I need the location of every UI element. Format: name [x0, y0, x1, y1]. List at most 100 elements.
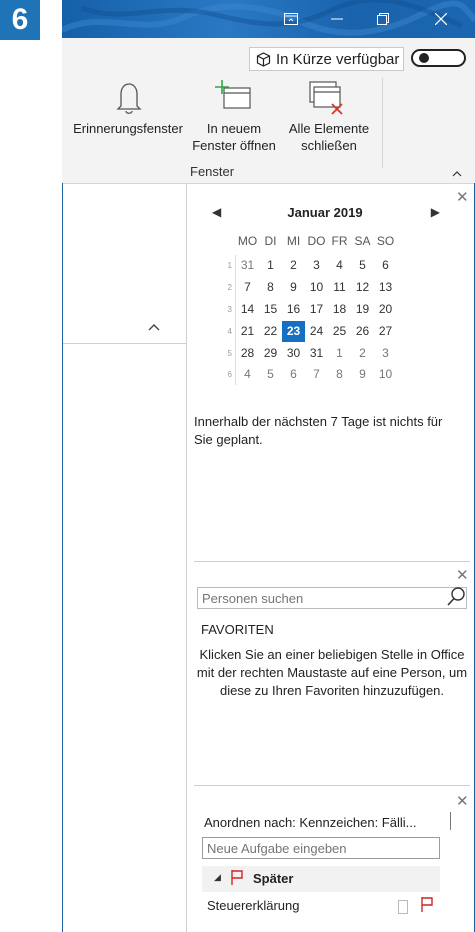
- reminders-window-button[interactable]: Erinnerungsfenster: [66, 120, 190, 137]
- calendar-day[interactable]: 6: [282, 364, 305, 385]
- minimize-icon[interactable]: [314, 0, 360, 38]
- calendar-header: ◀ Januar 2019 ▶: [200, 205, 450, 225]
- calendar-day[interactable]: 2: [282, 255, 305, 276]
- box-icon: [256, 51, 271, 67]
- week-number: 5: [227, 349, 232, 358]
- search-icon[interactable]: [445, 586, 467, 608]
- open-in-new-window-label-line1: In neuem: [206, 121, 262, 136]
- next-month-icon[interactable]: ▶: [431, 205, 440, 219]
- open-in-new-window-label-line2: Fenster öffnen: [192, 138, 276, 153]
- week-number: 4: [227, 327, 232, 336]
- calendar-month-title: Januar 2019: [287, 205, 363, 220]
- calendar-day[interactable]: 7: [305, 364, 328, 385]
- calendar-day[interactable]: 28: [236, 343, 259, 364]
- week-number: 1: [227, 261, 232, 270]
- calendar-day[interactable]: 5: [351, 255, 374, 276]
- week-number: 2: [227, 283, 232, 292]
- left-pane-separator: [63, 343, 186, 344]
- pane-divider[interactable]: [186, 183, 187, 932]
- calendar-day[interactable]: 15: [259, 299, 282, 320]
- close-all-items-button[interactable]: Alle Elemente schließen: [284, 120, 374, 154]
- calendar-day[interactable]: 1: [328, 343, 351, 364]
- calendar-day[interactable]: 26: [351, 321, 374, 342]
- calendar-day[interactable]: 3: [374, 343, 397, 364]
- calendar-day[interactable]: 7: [236, 277, 259, 298]
- calendar-day[interactable]: 18: [328, 299, 351, 320]
- task-complete-checkbox[interactable]: [398, 900, 408, 914]
- ribbon-display-icon[interactable]: [268, 0, 314, 38]
- calendar-day[interactable]: 16: [282, 299, 305, 320]
- task-group-label: Später: [253, 871, 294, 886]
- close-all-items-label-line2: schließen: [301, 138, 357, 153]
- restore-icon[interactable]: [360, 0, 406, 38]
- coming-soon-box[interactable]: In Kürze verfügbar: [249, 47, 404, 71]
- weekday-header: DO: [307, 234, 326, 248]
- ribbon-group-label: Fenster: [190, 164, 235, 179]
- calendar-day[interactable]: 10: [374, 364, 397, 385]
- calendar-day[interactable]: 4: [236, 364, 259, 385]
- close-people-peek-icon[interactable]: ✕: [456, 566, 469, 584]
- calendar-day[interactable]: 9: [282, 277, 305, 298]
- calendar-day[interactable]: 4: [328, 255, 351, 276]
- tasks-section-divider: [194, 785, 470, 786]
- calendar-day[interactable]: 21: [236, 321, 259, 342]
- title-bar: [62, 0, 475, 38]
- calendar-day[interactable]: 2: [351, 343, 374, 364]
- weekday-header: MO: [237, 234, 258, 248]
- new-window-icon: [215, 80, 251, 109]
- calendar-day[interactable]: 13: [374, 277, 397, 298]
- calendar-day[interactable]: 24: [305, 321, 328, 342]
- new-task-input[interactable]: [202, 837, 440, 859]
- reminders-window-label: Erinnerungsfenster: [73, 121, 183, 136]
- weekday-header: SA: [354, 234, 371, 248]
- calendar-day[interactable]: 12: [351, 277, 374, 298]
- calendar-day[interactable]: 10: [305, 277, 328, 298]
- calendar-day[interactable]: 22: [259, 321, 282, 342]
- week-number-separator: [235, 255, 236, 385]
- calendar-day-today[interactable]: 23: [282, 321, 305, 342]
- calendar-day[interactable]: 5: [259, 364, 282, 385]
- window-left-border: [62, 183, 63, 932]
- calendar-day[interactable]: 14: [236, 299, 259, 320]
- expand-triangle-icon[interactable]: ◢: [214, 872, 221, 883]
- calendar-empty-note: Innerhalb der nächsten 7 Tage ist nichts…: [194, 414, 443, 447]
- calendar-day[interactable]: 31: [305, 343, 328, 364]
- calendar-day[interactable]: 17: [305, 299, 328, 320]
- calendar-day[interactable]: 19: [351, 299, 374, 320]
- left-pane-collapse-icon[interactable]: [148, 318, 160, 334]
- calendar-day[interactable]: 6: [374, 255, 397, 276]
- calendar-day[interactable]: 29: [259, 343, 282, 364]
- week-number: 6: [227, 370, 232, 379]
- task-group-header[interactable]: ◢ Später: [202, 866, 440, 892]
- favorites-heading: FAVORITEN: [201, 622, 274, 637]
- week-number: 3: [227, 305, 232, 314]
- calendar-day[interactable]: 8: [259, 277, 282, 298]
- coming-soon-toggle[interactable]: [411, 49, 466, 67]
- calendar-day[interactable]: 3: [305, 255, 328, 276]
- close-all-windows-icon: [309, 81, 343, 115]
- calendar-day[interactable]: 30: [282, 343, 305, 364]
- task-title[interactable]: Steuererklärung: [207, 898, 300, 913]
- calendar-day[interactable]: 8: [328, 364, 351, 385]
- flag-icon: [231, 870, 243, 885]
- task-flag-icon[interactable]: [420, 896, 434, 913]
- open-in-new-window-button[interactable]: In neuem Fenster öffnen: [186, 120, 282, 154]
- calendar-day[interactable]: 1: [259, 255, 282, 276]
- calendar-day[interactable]: 25: [328, 321, 351, 342]
- close-calendar-peek-icon[interactable]: ✕: [456, 188, 469, 206]
- weekday-header: SO: [376, 234, 395, 248]
- close-tasks-peek-icon[interactable]: ✕: [456, 792, 469, 810]
- calendar-day[interactable]: 20: [374, 299, 397, 320]
- calendar-day[interactable]: 11: [328, 277, 351, 298]
- people-search-input[interactable]: [197, 587, 467, 609]
- close-icon[interactable]: [418, 0, 464, 38]
- calendar-day[interactable]: 31: [236, 255, 259, 276]
- sort-by-separator: [450, 812, 451, 830]
- weekday-header: DI: [264, 234, 277, 248]
- calendar-day[interactable]: 27: [374, 321, 397, 342]
- people-section-divider: [194, 561, 470, 562]
- calendar-day[interactable]: 9: [351, 364, 374, 385]
- sort-by-dropdown[interactable]: Anordnen nach: Kennzeichen: Fälli...: [204, 815, 448, 830]
- collapse-ribbon-icon[interactable]: [452, 166, 462, 180]
- coming-soon-label: In Kürze verfügbar: [276, 50, 400, 68]
